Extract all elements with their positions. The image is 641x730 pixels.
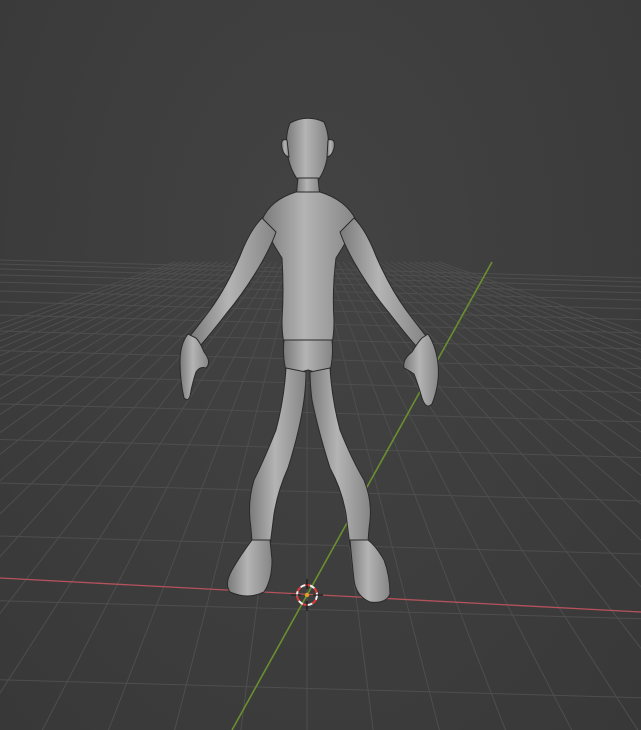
mesh-head xyxy=(285,117,329,185)
wire-edge xyxy=(180,565,439,570)
wire-edge xyxy=(180,403,439,408)
wire-edge xyxy=(180,394,439,399)
3d-cursor-icon[interactable] xyxy=(291,579,323,611)
grid-line xyxy=(0,438,641,458)
wire-edge xyxy=(215,118,240,603)
wire-edge xyxy=(180,466,439,471)
wire-edge xyxy=(180,430,439,435)
wire-edge xyxy=(180,529,439,534)
grid-line xyxy=(41,261,284,730)
mesh-ear-right xyxy=(326,139,335,158)
wire-edge xyxy=(180,547,439,552)
mesh-hand-right xyxy=(403,333,439,407)
mesh-leg-right xyxy=(309,367,371,547)
wire-edge xyxy=(180,556,439,561)
wire-edge xyxy=(180,520,439,525)
grid-line xyxy=(0,535,641,555)
wire-edge xyxy=(180,502,439,507)
mesh-torso xyxy=(261,191,357,351)
grid-line xyxy=(0,600,641,620)
wire-edge xyxy=(382,118,409,603)
3d-viewport[interactable] xyxy=(0,0,641,730)
grid-line xyxy=(0,679,641,699)
mesh-leg-left xyxy=(249,367,307,547)
wire-edge xyxy=(180,574,439,579)
mesh-arm-right xyxy=(339,217,427,347)
wire-edge xyxy=(207,118,234,603)
grid-line xyxy=(0,482,641,502)
mesh-foot-left xyxy=(226,539,273,597)
wire-edge xyxy=(376,118,401,603)
viewport-canvas[interactable] xyxy=(0,0,641,730)
wire-edge xyxy=(271,118,282,603)
mesh-hand-left xyxy=(179,333,210,401)
wire-edge xyxy=(180,484,439,489)
wire-edge xyxy=(180,511,439,516)
wire-edge xyxy=(180,439,439,444)
wire-edge xyxy=(223,118,246,603)
humanoid-mesh[interactable] xyxy=(170,110,450,610)
wire-edge xyxy=(180,421,439,426)
wire-edge xyxy=(231,118,252,603)
